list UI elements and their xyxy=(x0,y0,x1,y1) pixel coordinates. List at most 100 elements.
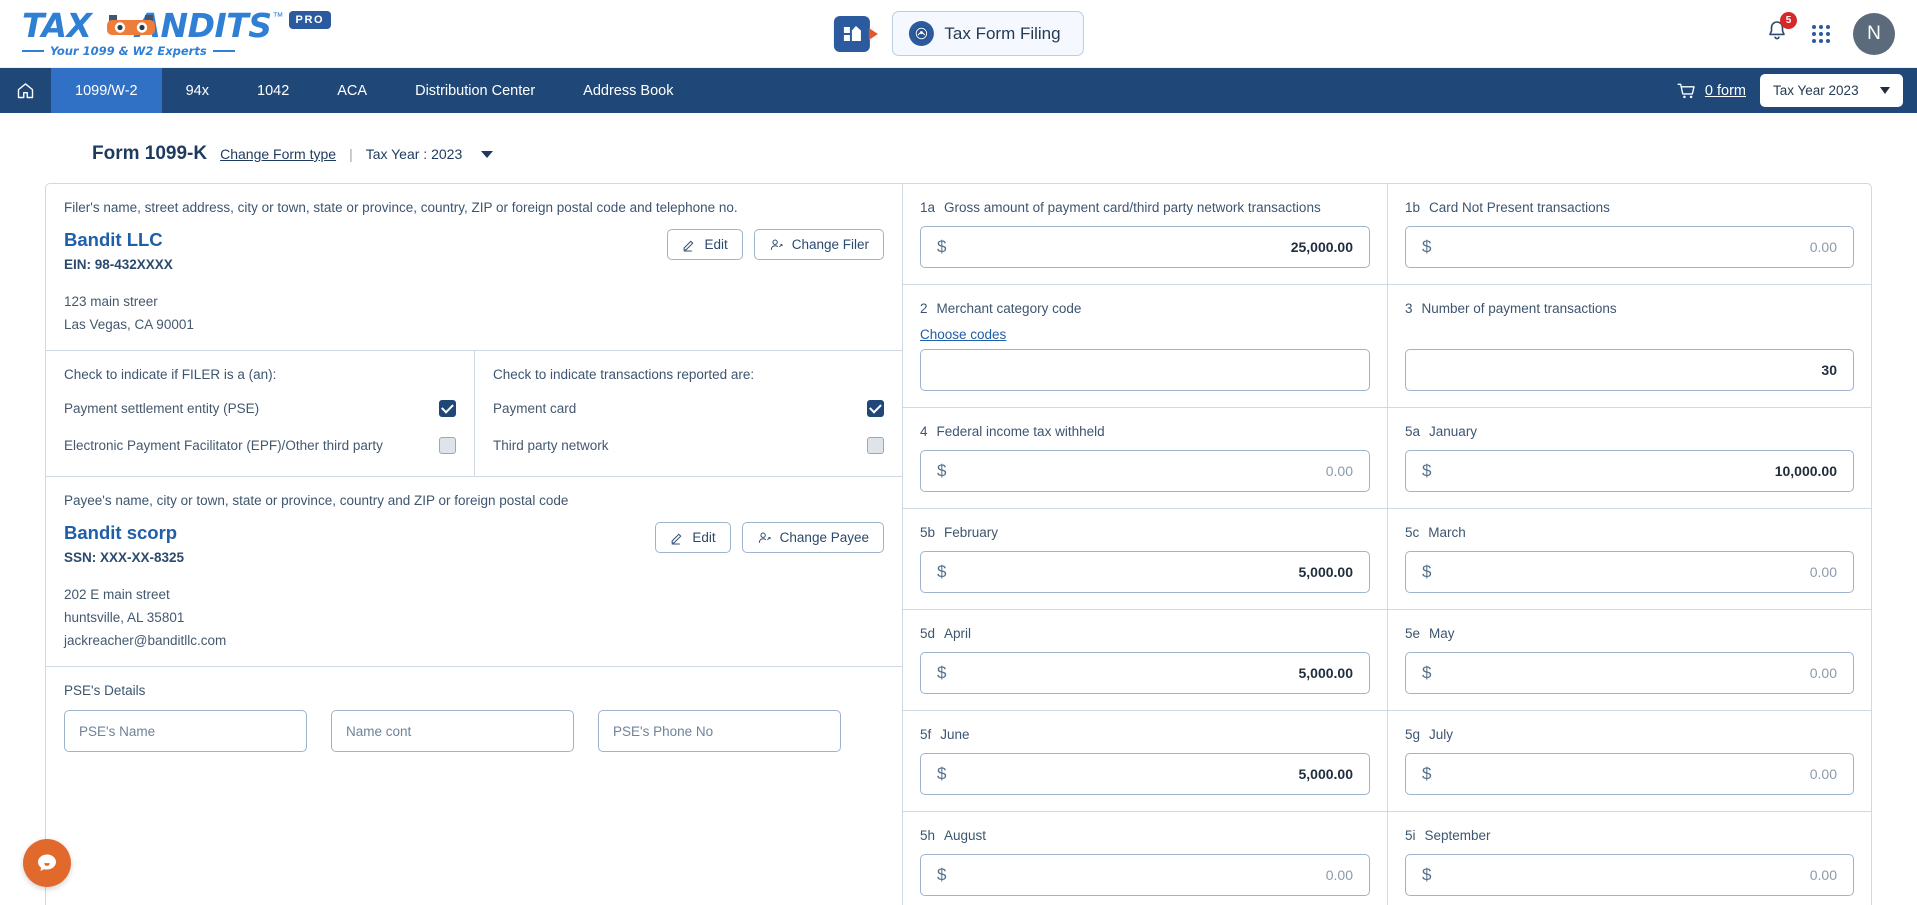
box-5f-value: 5,000.00 xyxy=(1298,766,1354,782)
filer-section-label: Filer's name, street address, city or to… xyxy=(64,200,738,215)
nav-item-1042[interactable]: 1042 xyxy=(233,68,313,113)
nav-label: 1042 xyxy=(257,82,290,99)
checkbox-row-epf[interactable]: Electronic Payment Facilitator (EPF)/Oth… xyxy=(64,437,456,454)
box-number: 5e xyxy=(1405,626,1421,641)
checkbox-row-third-party[interactable]: Third party network xyxy=(493,437,884,454)
nav-label: Address Book xyxy=(583,82,674,99)
box-5d-input[interactable]: $ 5,000.00 xyxy=(920,652,1370,694)
nav-item-address-book[interactable]: Address Book xyxy=(559,68,697,113)
box-5b-value: 5,000.00 xyxy=(1298,564,1354,580)
box-number: 1b xyxy=(1405,200,1421,215)
box-5c-label: 5c March xyxy=(1405,523,1854,543)
notifications-button[interactable]: 5 xyxy=(1765,12,1797,48)
box-label-text: March xyxy=(1428,525,1466,540)
irs-seal-icon xyxy=(908,21,934,46)
box-1b: 1b Card Not Present transactions $ 0.00 xyxy=(1387,184,1871,284)
checkbox-row-pse[interactable]: Payment settlement entity (PSE) xyxy=(64,400,456,417)
box-1a: 1a Gross amount of payment card/third pa… xyxy=(903,184,1387,284)
filer-block: Filer's name, street address, city or to… xyxy=(46,184,902,351)
box-5i-input[interactable]: $ 0.00 xyxy=(1405,854,1854,896)
box-2-input[interactable] xyxy=(920,349,1370,391)
box-3-input[interactable]: 30 xyxy=(1405,349,1854,391)
pencil-icon xyxy=(684,240,694,252)
box-5c-input[interactable]: $ 0.00 xyxy=(1405,551,1854,593)
tax-form-filing-button[interactable]: Tax Form Filing xyxy=(891,11,1084,56)
box-row: 2 Merchant category code Choose codes 3 … xyxy=(903,285,1871,408)
nav-home-button[interactable] xyxy=(0,68,51,113)
box-number: 5i xyxy=(1405,828,1416,843)
dollar-sign-icon: $ xyxy=(1422,461,1432,480)
pse-details-title: PSE's Details xyxy=(64,683,146,698)
checkbox-epf[interactable] xyxy=(439,437,456,454)
checkbox-pse[interactable] xyxy=(439,400,456,417)
dollar-sign-icon: $ xyxy=(937,461,947,480)
taxbandits-logo[interactable]: TAX ANDITS ™ PRO Your 1099 & W2 Experts xyxy=(22,9,332,58)
box-label-text: Card Not Present transactions xyxy=(1429,200,1610,215)
box-5d: 5d April $ 5,000.00 xyxy=(903,610,1387,710)
checkbox-third-party-network[interactable] xyxy=(867,437,884,454)
nav-item-distribution-center[interactable]: Distribution Center xyxy=(391,68,559,113)
change-filer-button[interactable]: Change Filer xyxy=(753,229,884,260)
page-title: Form 1099-K xyxy=(92,143,208,164)
pse-name-cont-input[interactable] xyxy=(331,710,574,752)
change-form-type-link[interactable]: Change Form type xyxy=(220,146,336,162)
dollar-sign-icon: $ xyxy=(937,865,947,884)
box-1b-input[interactable]: $ 0.00 xyxy=(1405,226,1854,268)
edit-payee-button[interactable]: Edit xyxy=(655,522,731,553)
box-label-text: September xyxy=(1424,828,1491,843)
cart-button[interactable]: 0 form xyxy=(1676,81,1746,101)
checkbox-payment-card[interactable] xyxy=(867,400,884,417)
dollar-sign-icon: $ xyxy=(937,663,947,682)
box-5g-value: 0.00 xyxy=(1809,766,1837,782)
nav-item-94x[interactable]: 94x xyxy=(162,68,233,113)
user-avatar[interactable]: N xyxy=(1853,12,1895,55)
box-4-input[interactable]: $ 0.00 xyxy=(920,450,1370,492)
change-payee-label: Change Payee xyxy=(779,530,869,545)
box-5i-label: 5i September xyxy=(1405,826,1854,846)
change-payee-button[interactable]: Change Payee xyxy=(741,522,884,553)
separator: | xyxy=(349,146,353,162)
box-label-text: January xyxy=(1429,424,1478,439)
filer-address: 123 main streer Las Vegas, CA 90001 xyxy=(64,290,884,336)
checkbox-label: Third party network xyxy=(493,438,609,453)
tax-year-text: Tax Year : 2023 xyxy=(365,146,463,162)
choose-codes-link[interactable]: Choose codes xyxy=(920,327,1006,342)
filer-name: Bandit LLC xyxy=(64,229,163,250)
chat-bubble-icon xyxy=(38,854,56,871)
edit-filer-button[interactable]: Edit xyxy=(667,229,743,260)
chevron-down-icon[interactable] xyxy=(481,150,494,158)
apps-grid-button[interactable] xyxy=(1812,24,1830,43)
form-1099k-card: Filer's name, street address, city or to… xyxy=(45,183,1872,905)
box-label-text: February xyxy=(944,525,999,540)
box-1a-label: 1a Gross amount of payment card/third pa… xyxy=(920,198,1370,218)
nav-item-aca[interactable]: ACA xyxy=(313,68,391,113)
filer-address-line2: Las Vegas, CA 90001 xyxy=(64,317,194,332)
chat-support-button[interactable] xyxy=(23,839,71,887)
box-5h-input[interactable]: $ 0.00 xyxy=(920,854,1370,896)
filer-row: Bandit LLC EIN: 98-432XXXX Edit Change F… xyxy=(64,229,884,272)
dollar-sign-icon: $ xyxy=(937,764,947,783)
box-5g-input[interactable]: $ 0.00 xyxy=(1405,753,1854,795)
pse-phone-input[interactable] xyxy=(598,710,841,752)
app-switcher-button[interactable] xyxy=(833,15,878,52)
box-number: 3 xyxy=(1405,301,1413,316)
box-label-text: August xyxy=(944,828,987,843)
box-5f-input[interactable]: $ 5,000.00 xyxy=(920,753,1370,795)
tax-year-select[interactable]: Tax Year 2023 xyxy=(1760,74,1903,107)
box-1a-input[interactable]: $ 25,000.00 xyxy=(920,226,1370,268)
transaction-type-checks: Check to indicate transactions reported … xyxy=(474,351,902,476)
box-5e-input[interactable]: $ 0.00 xyxy=(1405,652,1854,694)
box-5b: 5b February $ 5,000.00 xyxy=(903,509,1387,609)
pse-name-input[interactable] xyxy=(64,710,307,752)
checkbox-label: Payment settlement entity (PSE) xyxy=(64,401,260,416)
box-number: 5a xyxy=(1405,424,1421,439)
nav-item-1099-w2[interactable]: 1099/W-2 xyxy=(51,68,162,113)
checkbox-row-payment-card[interactable]: Payment card xyxy=(493,400,884,417)
box-5b-input[interactable]: $ 5,000.00 xyxy=(920,551,1370,593)
box-5a-label: 5a January xyxy=(1405,422,1854,442)
box-number: 5c xyxy=(1405,525,1420,540)
box-5a-input[interactable]: $ 10,000.00 xyxy=(1405,450,1854,492)
box-3-value: 30 xyxy=(1821,362,1837,378)
box-5d-value: 5,000.00 xyxy=(1298,665,1354,681)
payee-address-line2: huntsville, AL 35801 xyxy=(64,610,185,625)
